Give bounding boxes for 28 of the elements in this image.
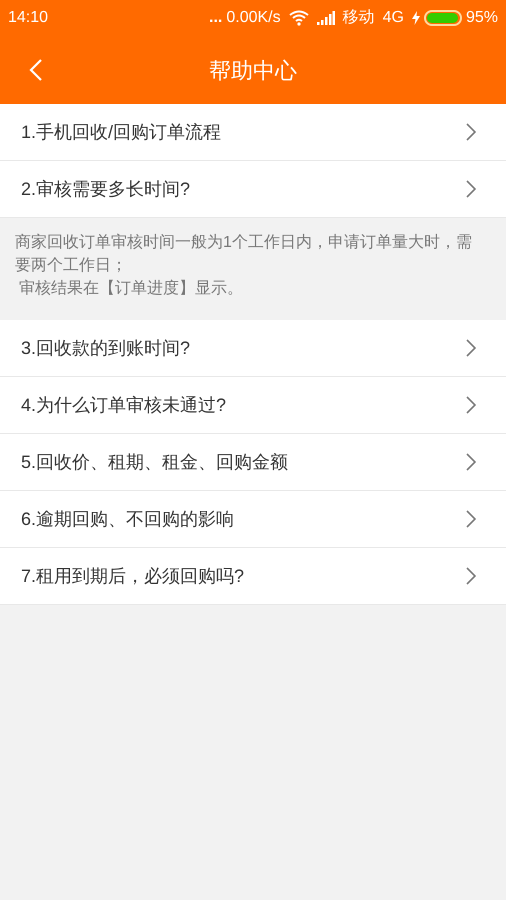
- answer-text: 商家回收订单审核时间一般为1个工作日内，申请订单量大时，需要两个工作日；: [15, 232, 472, 276]
- more-indicator: ...: [209, 8, 222, 28]
- chevron-icon: [466, 180, 476, 198]
- faq-item[interactable]: 5.回收价、租期、租金、回购金额: [0, 434, 506, 491]
- back-icon: [29, 58, 43, 82]
- chevron-icon: [466, 567, 476, 585]
- wifi-icon: [288, 10, 309, 26]
- signal-icon: [316, 11, 335, 25]
- faq-item[interactable]: 2.审核需要多长时间?: [0, 161, 506, 218]
- battery-icon: [424, 10, 462, 26]
- faq-item[interactable]: 6.逾期回购、不回购的影响: [0, 491, 506, 548]
- chevron-icon: [466, 339, 476, 357]
- chevron-icon: [466, 510, 476, 528]
- faq-item[interactable]: 7.租用到期后，必须回购吗?: [0, 548, 506, 605]
- answer-text: 审核结果在【订单进度】显示。: [18, 278, 244, 299]
- chevron-icon: [466, 123, 476, 141]
- faq-item[interactable]: 3.回收款的到账时间?: [0, 320, 506, 377]
- charging-icon: [412, 11, 420, 25]
- carrier-name: 移动: [342, 8, 375, 28]
- chevron-icon: [466, 396, 476, 414]
- status-time: 14:10: [8, 8, 48, 28]
- battery-percent: 95%: [466, 8, 498, 28]
- faq-item[interactable]: 4.为什么订单审核未通过?: [0, 377, 506, 434]
- page-title: 帮助中心: [209, 56, 297, 84]
- chevron-icon: [466, 453, 476, 471]
- faq-item[interactable]: 1.手机回收/回购订单流程: [0, 104, 506, 161]
- network-speed: 0.00K/s: [226, 8, 281, 28]
- network-type: 4G: [382, 8, 404, 28]
